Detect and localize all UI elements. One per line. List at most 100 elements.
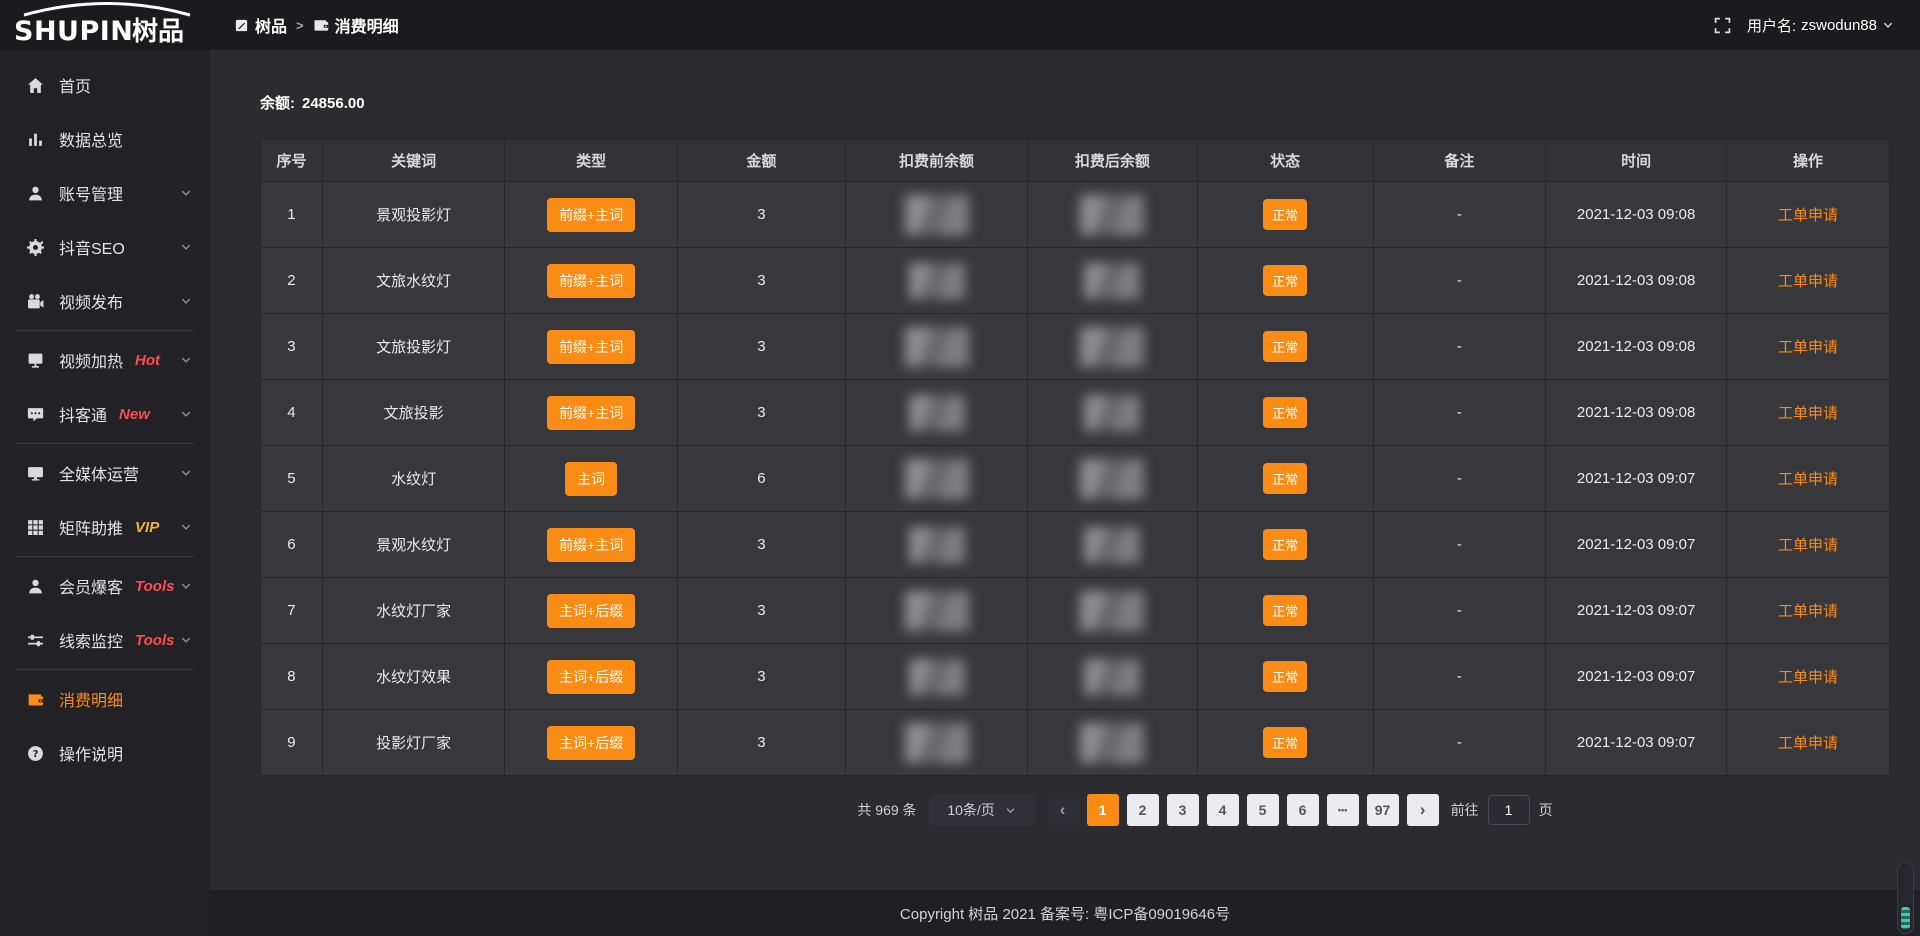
cell-action: 工单申请 bbox=[1727, 644, 1890, 710]
status-badge: 正常 bbox=[1263, 661, 1307, 692]
page-button-6[interactable]: 6 bbox=[1287, 794, 1319, 826]
status-badge: 正常 bbox=[1263, 463, 1307, 494]
footer: Copyright 树品 2021 备案号: 粤ICP备09019646号 bbox=[210, 890, 1920, 936]
cell-time: 2021-12-03 09:08 bbox=[1546, 182, 1727, 248]
page-button-3[interactable]: 3 bbox=[1167, 794, 1199, 826]
work-order-link[interactable]: 工单申请 bbox=[1778, 537, 1838, 554]
cell-remark: - bbox=[1373, 446, 1546, 512]
sidebar-item-matrix-boost[interactable]: 矩阵助推VIP bbox=[0, 500, 210, 554]
sidebar-item-douketong[interactable]: 抖客通New bbox=[0, 387, 210, 441]
status-badge: 正常 bbox=[1263, 265, 1307, 296]
sidebar-item-data-overview[interactable]: 数据总览 bbox=[0, 112, 210, 166]
status-badge: 正常 bbox=[1263, 397, 1307, 428]
work-order-link[interactable]: 工单申请 bbox=[1778, 207, 1838, 224]
gear-icon bbox=[27, 239, 44, 256]
table-row: 4文旅投影前缀+主词3正常-2021-12-03 09:08工单申请 bbox=[261, 380, 1890, 446]
table-body: 1景观投影灯前缀+主词3正常-2021-12-03 09:08工单申请2文旅水纹… bbox=[261, 182, 1890, 776]
cell-type: 主词 bbox=[505, 446, 678, 512]
redacted-balance-after bbox=[1084, 527, 1140, 563]
sidebar-item-label: 抖客通 bbox=[59, 402, 107, 426]
sidebar-item-home[interactable]: 首页 bbox=[0, 58, 210, 112]
table-header: 序号关键词类型金额扣费前余额扣费后余额状态备注时间操作 bbox=[261, 140, 1890, 182]
sidebar-item-label: 账号管理 bbox=[59, 181, 123, 205]
column-header: 扣费前余额 bbox=[845, 140, 1027, 182]
cell-balance-before bbox=[845, 182, 1027, 248]
breadcrumb-home-label: 树品 bbox=[255, 13, 287, 37]
cell-remark: - bbox=[1373, 248, 1546, 314]
status-badge: 正常 bbox=[1263, 199, 1307, 230]
cell-time: 2021-12-03 09:08 bbox=[1546, 314, 1727, 380]
cell-index: 8 bbox=[261, 644, 323, 710]
cell-type: 主词+后缀 bbox=[505, 710, 678, 776]
logo-text-cn: 树品 bbox=[132, 17, 184, 47]
work-order-link[interactable]: 工单申请 bbox=[1778, 669, 1838, 686]
column-header: 时间 bbox=[1546, 140, 1727, 182]
sidebar-item-instructions[interactable]: 操作说明 bbox=[0, 726, 210, 780]
cell-time: 2021-12-03 09:07 bbox=[1546, 710, 1727, 776]
sidebar-item-label: 视频加热 bbox=[59, 348, 123, 372]
sidebar-item-video-publish[interactable]: 视频发布 bbox=[0, 274, 210, 328]
cell-balance-before bbox=[845, 314, 1027, 380]
cell-keyword: 文旅投影 bbox=[322, 380, 504, 446]
page-button-1[interactable]: 1 bbox=[1087, 794, 1119, 826]
sidebar-item-tag: VIP bbox=[135, 519, 159, 536]
fullscreen-icon[interactable] bbox=[1714, 17, 1731, 34]
sidebar-item-label: 数据总览 bbox=[59, 127, 123, 151]
user-menu[interactable]: 用户名: zswodun88 bbox=[1747, 15, 1894, 36]
cell-action: 工单申请 bbox=[1727, 314, 1890, 380]
video-icon bbox=[27, 293, 44, 310]
prev-page-button[interactable]: ‹ bbox=[1047, 794, 1079, 826]
ellipsis-page-button[interactable]: ••• bbox=[1327, 794, 1359, 826]
next-page-button[interactable]: › bbox=[1407, 794, 1439, 826]
redacted-balance-after bbox=[1084, 659, 1140, 695]
breadcrumb-home[interactable]: 树品 bbox=[234, 13, 287, 37]
work-order-link[interactable]: 工单申请 bbox=[1778, 405, 1838, 422]
work-order-link[interactable]: 工单申请 bbox=[1778, 471, 1838, 488]
type-badge: 主词 bbox=[565, 462, 617, 496]
table-row: 8水纹灯效果主词+后缀3正常-2021-12-03 09:07工单申请 bbox=[261, 644, 1890, 710]
sidebar-item-account-management[interactable]: 账号管理 bbox=[0, 166, 210, 220]
goto-suffix: 页 bbox=[1539, 800, 1553, 820]
sidebar-item-video-heating[interactable]: 视频加热Hot bbox=[0, 333, 210, 387]
chevron-down-icon bbox=[180, 467, 192, 479]
screen-icon bbox=[27, 352, 44, 369]
column-header: 操作 bbox=[1727, 140, 1890, 182]
work-order-link[interactable]: 工单申请 bbox=[1778, 339, 1838, 356]
page-icon bbox=[234, 18, 249, 33]
goto-page-input[interactable] bbox=[1488, 795, 1530, 825]
page-button-2[interactable]: 2 bbox=[1127, 794, 1159, 826]
column-header: 备注 bbox=[1373, 140, 1546, 182]
cell-time: 2021-12-03 09:07 bbox=[1546, 512, 1727, 578]
cell-action: 工单申请 bbox=[1727, 512, 1890, 578]
sidebar-item-media-operation[interactable]: 全媒体运营 bbox=[0, 446, 210, 500]
page-button-97[interactable]: 97 bbox=[1367, 794, 1399, 826]
table-row: 7水纹灯厂家主词+后缀3正常-2021-12-03 09:07工单申请 bbox=[261, 578, 1890, 644]
cell-time: 2021-12-03 09:08 bbox=[1546, 380, 1727, 446]
page-button-5[interactable]: 5 bbox=[1247, 794, 1279, 826]
floating-widget[interactable] bbox=[1897, 862, 1914, 934]
sidebar-item-leads-monitor[interactable]: 线索监控Tools bbox=[0, 613, 210, 667]
work-order-link[interactable]: 工单申请 bbox=[1778, 603, 1838, 620]
sidebar-item-douyin-seo[interactable]: 抖音SEO bbox=[0, 220, 210, 274]
sidebar-item-member-baoke[interactable]: 会员爆客Tools bbox=[0, 559, 210, 613]
app-logo[interactable]: SHUPIN 树品 bbox=[0, 2, 210, 48]
work-order-link[interactable]: 工单申请 bbox=[1778, 735, 1838, 752]
cell-index: 7 bbox=[261, 578, 323, 644]
cell-type: 前缀+主词 bbox=[505, 314, 678, 380]
username-label: 用户名: bbox=[1747, 15, 1796, 36]
cell-balance-after bbox=[1028, 644, 1197, 710]
menu-divider bbox=[16, 443, 194, 444]
page-size-select[interactable]: 10条/页 bbox=[929, 794, 1035, 826]
sliders-icon bbox=[27, 632, 44, 649]
breadcrumb-separator: > bbox=[296, 18, 304, 33]
logo-text-en: SHUPIN bbox=[14, 16, 133, 47]
sidebar-item-label: 首页 bbox=[59, 73, 91, 97]
work-order-link[interactable]: 工单申请 bbox=[1778, 273, 1838, 290]
type-badge: 主词+后缀 bbox=[547, 660, 635, 694]
page-button-4[interactable]: 4 bbox=[1207, 794, 1239, 826]
cell-time: 2021-12-03 09:07 bbox=[1546, 644, 1727, 710]
redacted-balance-after bbox=[1084, 263, 1140, 299]
breadcrumb-current[interactable]: 消费明细 bbox=[313, 13, 399, 37]
cell-keyword: 文旅投影灯 bbox=[322, 314, 504, 380]
sidebar-item-consumption-detail[interactable]: 消费明细 bbox=[0, 672, 210, 726]
